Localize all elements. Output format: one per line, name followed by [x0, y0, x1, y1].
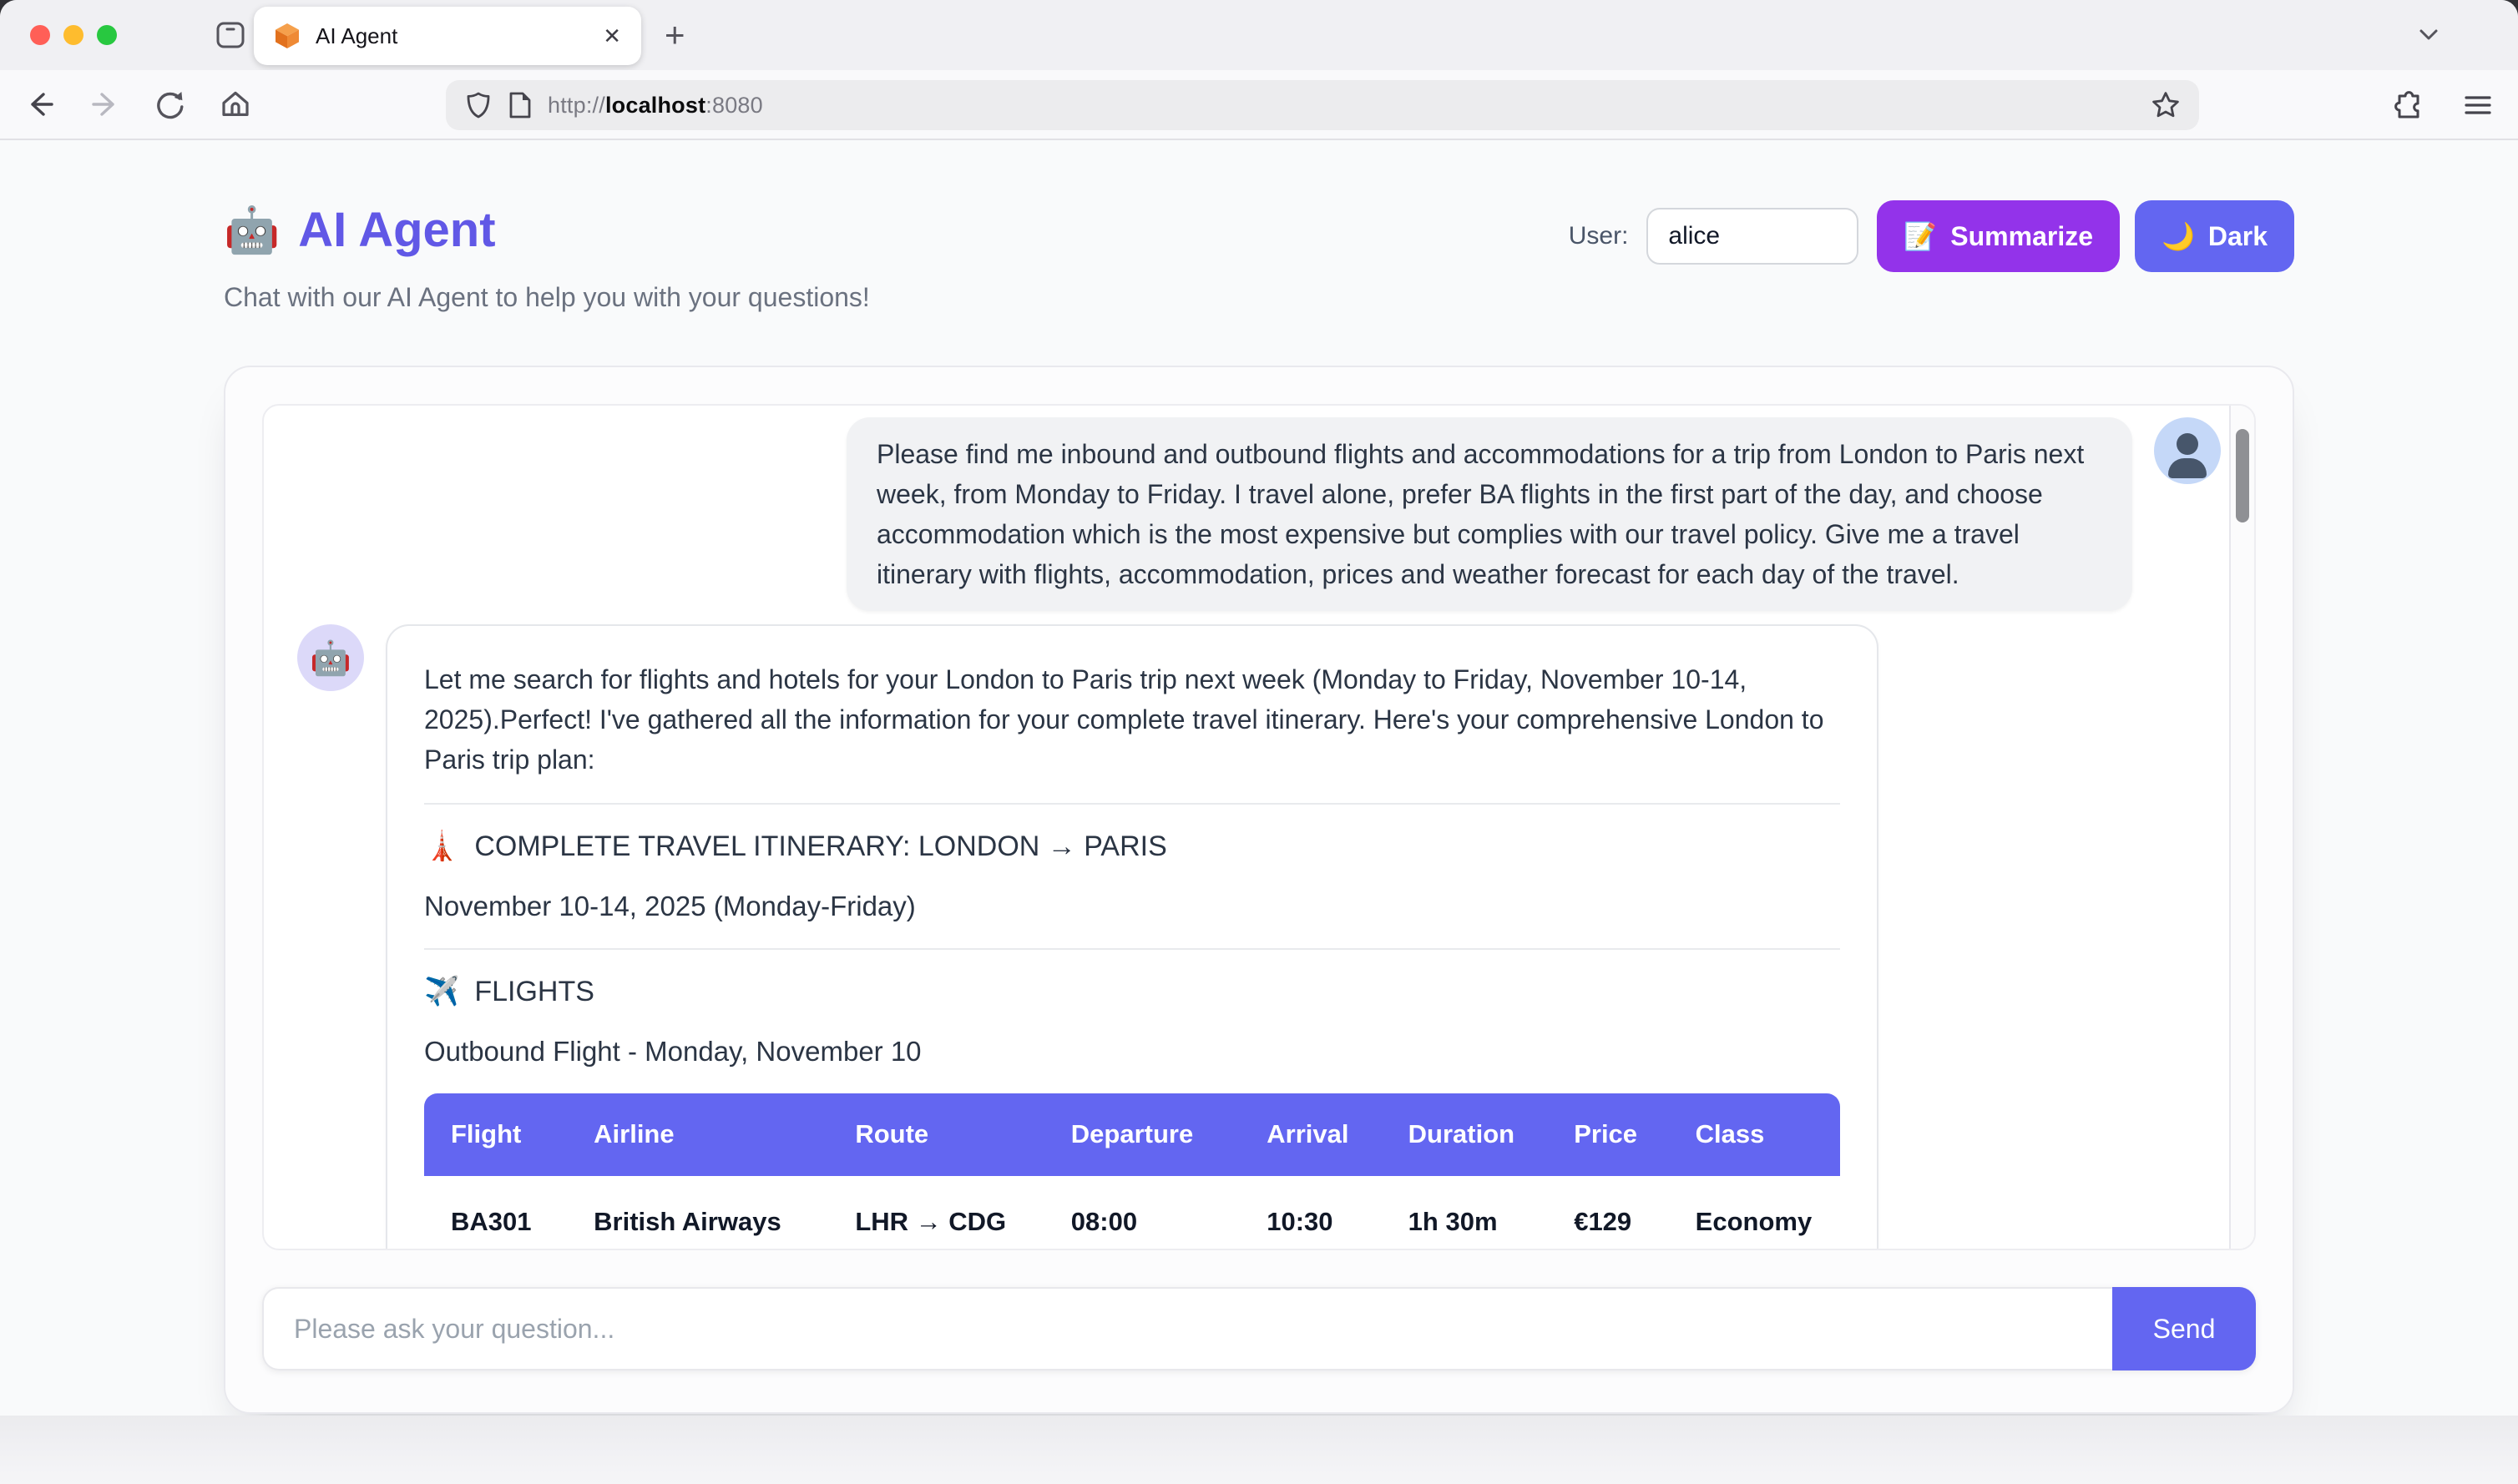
- table-header-flight: Flight: [424, 1093, 567, 1176]
- summarize-button-label: Summarize: [1950, 221, 2093, 252]
- url-port: :8080: [705, 93, 763, 118]
- table-header-price: Price: [1547, 1093, 1668, 1176]
- table-header-airline: Airline: [567, 1093, 828, 1176]
- flights-table: Flight Airline Route Departure Arrival D…: [424, 1093, 1840, 1250]
- window-close-button[interactable]: [30, 25, 50, 45]
- outbound-flight-heading: Outbound Flight - Monday, November 10: [424, 1033, 1840, 1070]
- ai-message-bubble: Let me search for flights and hotels for…: [386, 624, 1878, 1250]
- question-input[interactable]: [262, 1287, 2112, 1370]
- window-minimize-button[interactable]: [63, 25, 83, 45]
- table-header-route: Route: [828, 1093, 1044, 1176]
- tab-overflow-button[interactable]: [2416, 22, 2441, 47]
- page-content: 🤖 AI Agent Chat with our AI Agent to help…: [0, 140, 2518, 1416]
- page-info-icon[interactable]: [508, 91, 533, 119]
- send-button[interactable]: Send: [2112, 1287, 2256, 1370]
- page-subtitle: Chat with our AI Agent to help you with …: [224, 280, 870, 314]
- table-header-class: Class: [1669, 1093, 1840, 1176]
- home-button[interactable]: [215, 84, 255, 124]
- forward-arrow-icon: [88, 88, 122, 121]
- divider: [424, 948, 1840, 950]
- user-message-row: Please find me inbound and outbound flig…: [297, 417, 2221, 611]
- ai-avatar: 🤖: [297, 624, 364, 691]
- extensions-button[interactable]: [2389, 85, 2430, 125]
- cell-class: Economy: [1669, 1176, 1840, 1251]
- traffic-lights: [0, 25, 117, 45]
- url-scheme: http://: [548, 93, 605, 118]
- cell-duration: 1h 30m: [1382, 1176, 1548, 1251]
- person-silhouette-icon: [2177, 433, 2198, 455]
- flights-table-header-row: Flight Airline Route Departure Arrival D…: [424, 1093, 1840, 1176]
- reload-button[interactable]: [150, 84, 190, 124]
- messages-scrollbar-track: [2229, 406, 2254, 1249]
- robot-logo-icon: 🤖: [224, 200, 280, 260]
- cell-airline: British Airways: [567, 1176, 828, 1251]
- header-controls: User: 📝 Summarize 🌙 Dark: [1569, 200, 2294, 272]
- page-title: 🤖 AI Agent: [224, 200, 870, 260]
- chat-card: Please find me inbound and outbound flig…: [224, 366, 2294, 1414]
- flights-table-wrap: Flight Airline Route Departure Arrival D…: [424, 1093, 1840, 1250]
- tab-title: AI Agent: [316, 23, 588, 49]
- browser-window: AI Agent ✕ +: [0, 0, 2518, 1484]
- forward-button[interactable]: [85, 84, 125, 124]
- url-text[interactable]: http://localhost:8080: [548, 93, 763, 119]
- table-header-departure: Departure: [1044, 1093, 1240, 1176]
- ai-message-row: 🤖 Let me search for flights and hotels f…: [297, 624, 2221, 1250]
- itinerary-heading: 🗼 COMPLETE TRAVEL ITINERARY: LONDON → PA…: [424, 828, 1840, 865]
- back-arrow-icon: [23, 88, 57, 121]
- ai-intro-paragraph: Let me search for flights and hotels for…: [424, 659, 1840, 780]
- table-row: BA301 British Airways LHR → CDG 08:00 10…: [424, 1176, 1840, 1251]
- page-bottom-strip: [0, 1416, 2518, 1484]
- puzzle-piece-icon: [2393, 88, 2426, 122]
- messages-scrollbar-thumb[interactable]: [2236, 429, 2249, 522]
- user-input[interactable]: [1646, 208, 1858, 265]
- user-avatar: [2154, 417, 2221, 484]
- tab-close-icon[interactable]: ✕: [603, 23, 621, 49]
- menu-button[interactable]: [2458, 85, 2498, 125]
- dark-button-label: Dark: [2208, 221, 2268, 252]
- shield-icon: [464, 91, 493, 119]
- hamburger-menu-icon: [2462, 89, 2494, 121]
- user-message-bubble: Please find me inbound and outbound flig…: [847, 417, 2132, 611]
- sidebar-toggle-button[interactable]: [210, 15, 250, 55]
- flights-heading: ✈️ FLIGHTS: [424, 973, 1840, 1010]
- cell-route: LHR → CDG: [828, 1176, 1044, 1251]
- tower-icon: 🗼: [424, 828, 459, 865]
- home-icon: [219, 88, 252, 121]
- tab-ai-agent[interactable]: AI Agent ✕: [254, 7, 641, 65]
- cell-arrival: 10:30: [1240, 1176, 1381, 1251]
- url-host: localhost: [605, 93, 705, 118]
- back-button[interactable]: [20, 84, 60, 124]
- url-bar[interactable]: http://localhost:8080: [446, 80, 2199, 130]
- browser-tab-bar: AI Agent ✕ +: [0, 0, 2518, 70]
- app-header: 🤖 AI Agent Chat with our AI Agent to help…: [224, 200, 2294, 314]
- divider: [424, 803, 1840, 805]
- moon-icon: 🌙: [2162, 220, 2195, 252]
- airplane-icon: ✈️: [424, 973, 459, 1010]
- browser-toolbar: http://localhost:8080: [0, 70, 2518, 140]
- user-label: User:: [1569, 222, 1629, 250]
- table-header-arrival: Arrival: [1240, 1093, 1381, 1176]
- cell-flight: BA301: [424, 1176, 567, 1251]
- chat-input-row: Send: [262, 1287, 2256, 1370]
- reload-icon: [154, 88, 187, 121]
- bookmark-star-icon[interactable]: [2151, 90, 2181, 120]
- new-tab-button[interactable]: +: [665, 13, 685, 57]
- window-zoom-button[interactable]: [97, 25, 117, 45]
- chevron-down-icon: [2416, 22, 2441, 47]
- page-title-text: AI Agent: [298, 200, 495, 260]
- tab-favicon-cube-icon: [274, 23, 301, 49]
- itinerary-dates: November 10-14, 2025 (Monday-Friday): [424, 888, 1840, 925]
- robot-avatar-icon: 🤖: [310, 639, 351, 678]
- table-header-duration: Duration: [1382, 1093, 1548, 1176]
- dark-mode-button[interactable]: 🌙 Dark: [2135, 200, 2294, 272]
- cell-price: €129: [1547, 1176, 1668, 1251]
- memo-icon: 📝: [1904, 220, 1937, 252]
- sidebar-icon: [215, 19, 246, 51]
- cell-departure: 08:00: [1044, 1176, 1240, 1251]
- summarize-button[interactable]: 📝 Summarize: [1877, 200, 2120, 272]
- messages-panel: Please find me inbound and outbound flig…: [262, 404, 2256, 1250]
